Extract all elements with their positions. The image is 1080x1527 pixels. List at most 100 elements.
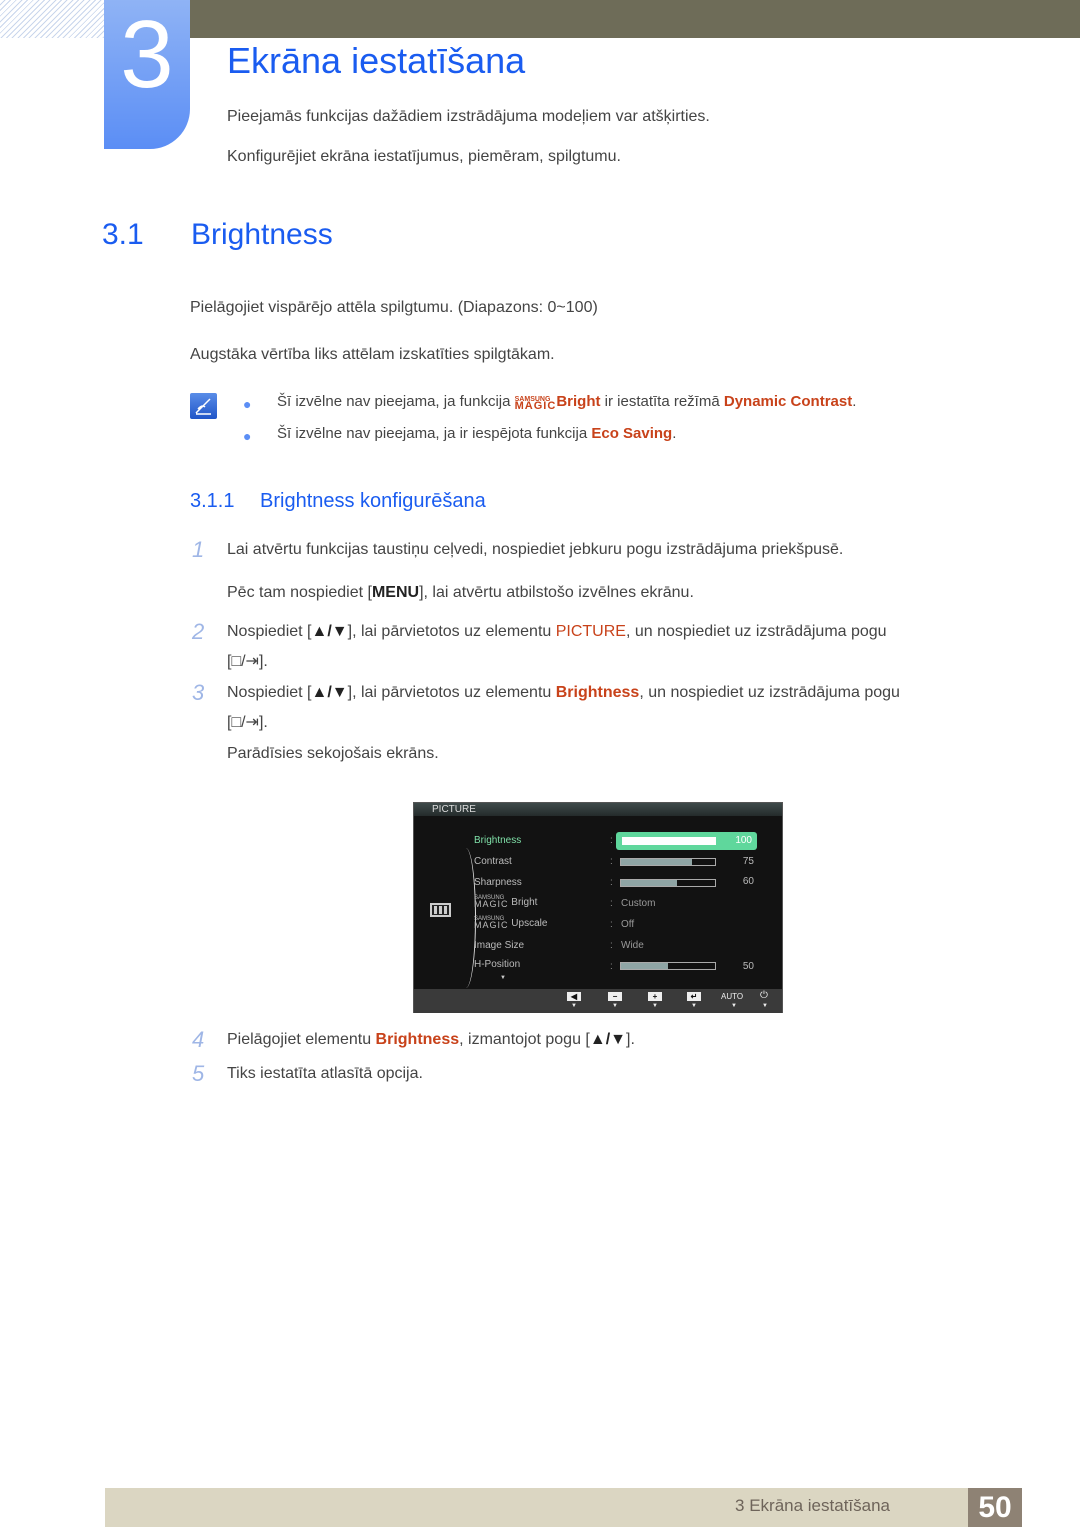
auto-button[interactable]: AUTO [721,992,743,1001]
h-position-value: 50 [742,961,754,972]
note-2: Šī izvēlne nav pieejama, ja ir iespējota… [277,425,676,442]
magic-bright-label: Bright [556,393,601,410]
colon: : [610,856,613,867]
samsung-magic-logo: SAMSUNG MAGIC [474,895,509,909]
footer-bar: 3 Ekrāna iestatīšana [105,1488,1020,1527]
intro-line-2: Konfigurējiet ekrāna iestatījumus, piemē… [227,148,621,165]
step-2-number: 2 [192,619,205,644]
osd-screen: PICTURE 100 Brightness : Contrast : 75 S… [413,802,783,1013]
brightness-label: Brightness [375,1031,460,1048]
picture-label: PICTURE [555,623,626,640]
t: ], lai pārvietotos uz elementu [347,623,556,640]
magic-upscale-label: Upscale [511,918,548,929]
step-2-text: Nospiediet [▲/▼], lai pārvietotos uz ele… [227,623,887,641]
step-1-text: Lai atvērtu funkcijas taustiņu ceļvedi, … [227,541,844,558]
osd-item-brightness[interactable]: Brightness [474,835,521,846]
section-paragraph-2: Augstāka vērtība liks attēlam izskatītie… [190,346,555,363]
magic-bright-option: Custom [621,898,656,909]
dynamic-contrast-label: Dynamic Contrast [723,393,853,410]
page-number: 50 [968,1488,1022,1527]
step-3-line3: Parādīsies sekojošais ekrāns. [227,745,439,762]
header-bar [190,0,1080,38]
menu-button-glyph: MENU [371,584,420,601]
left-button-icon[interactable]: ◀ [567,992,581,1001]
note-2-end: . [672,425,677,442]
section-paragraph-1: Pielāgojiet vispārējo attēla spilgtumu. … [190,299,598,316]
magic-big: MAGIC [474,920,509,930]
section-number: 3.1 [102,218,144,251]
subsection-number: 3.1.1 [190,490,235,512]
arrow-icon: ▼ [652,1003,658,1009]
colon: : [610,898,613,909]
contrast-bar-fill [621,859,692,865]
arrow-icon: ▼ [612,1003,618,1009]
arrow-icon: ▼ [731,1003,737,1009]
subsection-heading: 3.1.1 Brightness konfigurēšana [190,490,486,513]
step-1-subtext: Pēc tam nospiediet [MENU], lai atvērtu a… [227,584,694,602]
enter-button-icon[interactable]: ↵ [687,992,701,1001]
sharpness-bar-fill [621,880,678,886]
colon: : [610,877,613,888]
arrow-icon: ▼ [762,1003,768,1009]
brightness-active-row[interactable]: 100 [616,832,757,850]
brightness-value: 100 [735,835,752,846]
note-1-end: . [852,393,857,410]
step-3-text: Nospiediet [▲/▼], lai pārvietotos uz ele… [227,684,900,702]
up-down-button-glyph: ▲/▼ [311,623,348,640]
bullet: ● [243,396,252,412]
step-2-line2: [□/⇥]. [227,653,268,670]
osd-item-contrast[interactable]: Contrast [474,856,512,867]
t: Pielāgojiet elementu [227,1031,376,1048]
decorative-hatch [0,0,105,38]
t: Nospiediet [ [227,684,312,701]
osd-header: PICTURE [414,803,782,816]
minus-button-icon[interactable]: − [608,992,622,1001]
magic-bright-label: Bright [511,897,538,908]
arrow-icon: ▼ [691,1003,697,1009]
power-button-icon[interactable]: ⏻ [760,990,768,1001]
up-down-button-glyph: ▲/▼ [311,684,348,701]
chapter-number: 3 [104,0,190,149]
image-size-option: Wide [621,940,644,951]
samsung-magic-logo: SAMSUNG MAGIC [474,916,509,930]
osd-item-magic-upscale[interactable]: SAMSUNG MAGIC Upscale [474,916,548,930]
plus-button-icon[interactable]: + [648,992,662,1001]
step-1-number: 1 [192,537,205,562]
footer-chapter-label: 3 Ekrāna iestatīšana [735,1496,890,1515]
step-5-number: 5 [192,1061,205,1086]
magic-upscale-option: Off [621,919,635,930]
eco-saving-label: Eco Saving [591,425,673,442]
t: Nospiediet [ [227,623,312,640]
osd-arc [456,848,476,988]
colon: : [610,940,613,951]
osd-item-magic-bright[interactable]: SAMSUNG MAGIC Bright [474,895,538,909]
note-1-text: Šī izvēlne nav pieejama, ja funkcija [277,393,515,410]
step-3-number: 3 [192,680,205,705]
t: Pēc tam nospiediet [ [227,584,372,601]
note-1: Šī izvēlne nav pieejama, ja funkcija SAM… [277,393,857,412]
step-5-text: Tiks iestatīta atlasītā opcija. [227,1065,423,1082]
t: , izmantojot pogu [ [459,1031,590,1048]
brightness-bar [622,837,716,845]
t: ]. [626,1031,635,1048]
osd-item-image-size[interactable]: Image Size [474,940,524,951]
t: , un nospiediet uz izstrādājuma pogu [639,684,900,701]
samsung-magic-logo: SAMSUNG MAGIC [514,396,557,412]
osd-button-bar: ◀ ▼ − ▼ + ▼ ↵ ▼ AUTO ▼ ⏻ ▼ [414,989,782,1013]
t: ], lai atvērtu atbilstošo izvēlnes ekrān… [419,584,694,601]
osd-item-sharpness[interactable]: Sharpness [474,877,522,888]
osd-item-h-position[interactable]: H-Position [474,959,520,970]
colon: : [610,919,613,930]
magic-big: MAGIC [474,899,509,909]
picture-menu-icon [430,903,451,917]
note-2-text: Šī izvēlne nav pieejama, ja ir iespējota… [277,425,592,442]
colon: : [610,961,613,972]
h-position-bar-fill [621,963,668,969]
scroll-down-icon[interactable]: ▼ [500,975,506,981]
step-4-text: Pielāgojiet elementu Brightness, izmanto… [227,1031,635,1049]
intro-line-1: Pieejamās funkcijas dažādiem izstrādājum… [227,108,710,125]
magic-big: MAGIC [514,400,557,412]
t: , un nospiediet uz izstrādājuma pogu [625,623,887,640]
colon: : [610,835,613,846]
section-title: Brightness [191,218,333,251]
